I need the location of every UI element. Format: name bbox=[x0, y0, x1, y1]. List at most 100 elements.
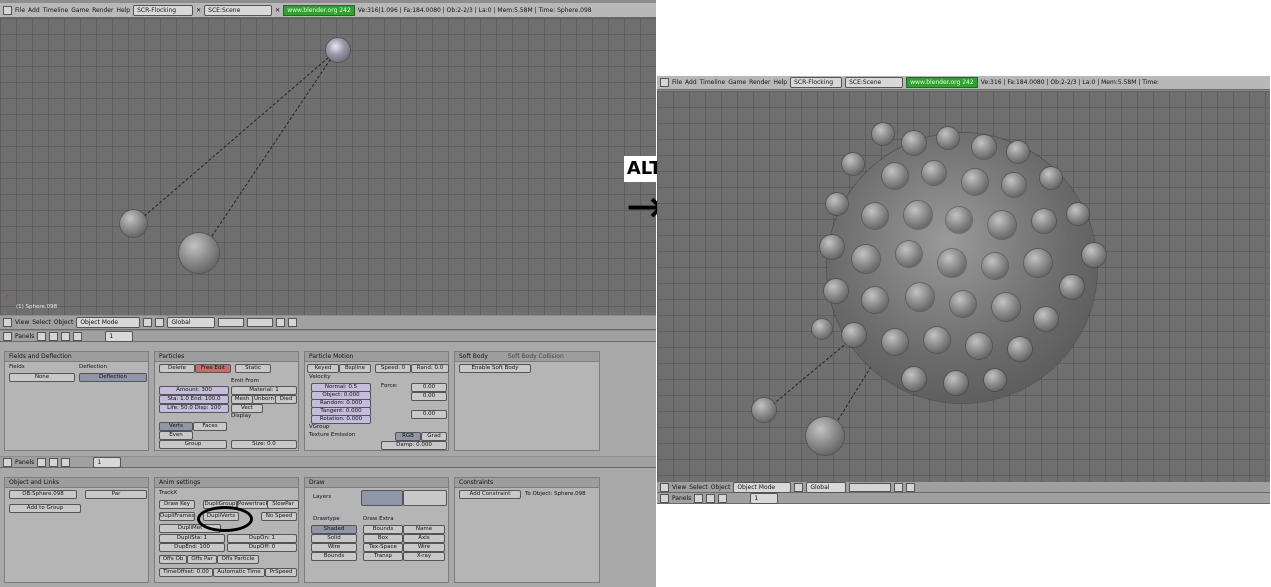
window-type-icon[interactable] bbox=[3, 5, 12, 15]
object-tab-icon[interactable] bbox=[694, 493, 704, 503]
scene-tab-icon[interactable] bbox=[61, 457, 71, 467]
dupoff-field[interactable]: DupOff: 0 bbox=[227, 543, 297, 552]
vect-button[interactable]: Vect bbox=[231, 404, 263, 413]
grad-button[interactable]: Grad bbox=[421, 432, 447, 441]
layer-buttons[interactable] bbox=[403, 490, 447, 506]
rand-field[interactable]: Rand: 0.0 bbox=[411, 364, 449, 373]
rgb-button[interactable]: RGB bbox=[395, 432, 421, 441]
render-icon[interactable] bbox=[288, 318, 298, 327]
static-button[interactable]: Static bbox=[235, 364, 271, 373]
frame-field[interactable]: 1 bbox=[93, 456, 122, 468]
particle-sphere-cluster[interactable] bbox=[812, 123, 1112, 413]
menu-file[interactable]: File bbox=[15, 7, 25, 14]
rotation-field[interactable]: Rotation: 0.000 bbox=[311, 415, 371, 424]
scene-tab-icon[interactable] bbox=[718, 493, 728, 503]
offs-ob-button[interactable]: Offs Ob bbox=[159, 555, 187, 564]
parent-field[interactable]: Par bbox=[85, 490, 147, 499]
menu-view[interactable]: View bbox=[15, 319, 29, 326]
wire-button[interactable]: Wire bbox=[311, 543, 357, 552]
verts-button[interactable]: Verts bbox=[159, 422, 193, 431]
close-icon[interactable]: ✕ bbox=[275, 7, 280, 14]
render-icon[interactable] bbox=[906, 482, 916, 492]
enable-soft-body-button[interactable]: Enable Soft Body bbox=[459, 364, 531, 373]
scene-selector[interactable]: SCE:Scene bbox=[845, 77, 904, 88]
dupend-field[interactable]: DupEnd: 100 bbox=[159, 543, 225, 552]
fields-dropdown[interactable]: None bbox=[9, 373, 75, 382]
xray-button[interactable]: X-ray bbox=[403, 552, 445, 561]
force-x-field[interactable]: 0.00 bbox=[411, 383, 447, 392]
scene-selector[interactable]: SCE:Scene bbox=[204, 4, 273, 16]
object-name-field[interactable]: OB:Sphere.098 bbox=[9, 490, 77, 499]
layer-buttons-icon[interactable] bbox=[247, 318, 274, 327]
add-to-group-button[interactable]: Add to Group bbox=[9, 504, 81, 513]
free-edit-button[interactable]: Free Edit bbox=[195, 364, 231, 373]
textured-sphere[interactable] bbox=[326, 38, 350, 62]
object-tab-icon[interactable] bbox=[49, 331, 59, 341]
draw-wire-button[interactable]: Wire bbox=[403, 543, 445, 552]
time-offset-field[interactable]: TimeOffset: 0.00 bbox=[159, 568, 213, 577]
dupliframes-button[interactable]: DupliFrames bbox=[159, 512, 195, 521]
size-field[interactable]: Size: 0.0 bbox=[231, 440, 297, 449]
shaded-button[interactable]: Shaded bbox=[311, 525, 357, 534]
life-disp-field[interactable]: Life: 50.0 Disp: 100 bbox=[159, 404, 229, 413]
view-type-icon[interactable] bbox=[3, 318, 12, 327]
material-tab-icon[interactable] bbox=[706, 493, 716, 503]
solid-button[interactable]: Solid bbox=[311, 534, 357, 543]
object-tab-icon[interactable] bbox=[37, 457, 47, 467]
menu-view[interactable]: View bbox=[672, 484, 686, 491]
buttons-type-icon[interactable] bbox=[3, 331, 12, 341]
keyed-button[interactable]: Keyed bbox=[307, 364, 339, 373]
lock-icon[interactable] bbox=[276, 318, 286, 327]
orientation-selector[interactable]: Global bbox=[806, 481, 847, 493]
start-end-field[interactable]: Sta: 1.0 End: 100.0 bbox=[159, 395, 229, 404]
force-y-field[interactable]: 0.00 bbox=[411, 392, 447, 401]
amount-field[interactable]: Amount: 300 bbox=[159, 386, 229, 395]
lock-icon[interactable] bbox=[894, 482, 904, 492]
draw-axis-button[interactable]: Axis bbox=[403, 534, 445, 543]
even-button[interactable]: Even bbox=[159, 431, 193, 440]
screen-selector[interactable]: SCR-Flocking bbox=[790, 77, 843, 88]
menu-render[interactable]: Render bbox=[749, 79, 770, 86]
menu-object[interactable]: Object bbox=[54, 319, 74, 326]
offs-particle-button[interactable]: Offs Particle bbox=[217, 555, 259, 564]
small-sphere[interactable] bbox=[752, 398, 776, 422]
bspline-button[interactable]: Bspline bbox=[339, 364, 371, 373]
3d-viewport[interactable]: ↗ (1) Sphere.098 bbox=[0, 18, 656, 315]
menu-add[interactable]: Add bbox=[28, 7, 40, 14]
menu-render[interactable]: Render bbox=[92, 7, 113, 14]
orientation-selector[interactable]: Global bbox=[167, 317, 216, 328]
3d-viewport[interactable] bbox=[657, 91, 1270, 482]
duplista-field[interactable]: DupliSta: 1 bbox=[159, 534, 225, 543]
bounds-button[interactable]: Bounds bbox=[311, 552, 357, 561]
buttons-type-icon[interactable] bbox=[3, 457, 12, 467]
mode-selector[interactable]: Object Mode bbox=[733, 481, 792, 493]
draw-name-button[interactable]: Name bbox=[403, 525, 445, 534]
close-icon[interactable]: ✕ bbox=[196, 7, 201, 14]
screen-selector[interactable]: SCR-Flocking bbox=[133, 4, 194, 16]
menu-help[interactable]: Help bbox=[773, 79, 787, 86]
deflection-button[interactable]: Deflection bbox=[79, 373, 147, 382]
menu-timeline[interactable]: Timeline bbox=[43, 7, 69, 14]
material-field[interactable]: Material: 1 bbox=[231, 386, 297, 395]
large-sphere[interactable] bbox=[179, 233, 219, 273]
menu-game[interactable]: Game bbox=[728, 79, 746, 86]
damp-field[interactable]: Damp: 0.000 bbox=[381, 441, 447, 450]
material-tab-icon[interactable] bbox=[61, 331, 71, 341]
mode-selector[interactable]: Object Mode bbox=[76, 317, 141, 328]
prspeed-button[interactable]: PrSpeed bbox=[265, 568, 297, 577]
menu-timeline[interactable]: Timeline bbox=[700, 79, 726, 86]
frame-field[interactable]: 1 bbox=[105, 330, 134, 342]
slowpar-button[interactable]: SlowPar bbox=[267, 500, 299, 509]
died-button[interactable]: Died bbox=[275, 395, 297, 404]
frame-field[interactable]: 1 bbox=[750, 492, 779, 504]
large-sphere[interactable] bbox=[806, 417, 844, 455]
automatic-time-button[interactable]: Automatic Time bbox=[213, 568, 265, 577]
window-type-icon[interactable] bbox=[660, 78, 669, 87]
scene-tab-icon[interactable] bbox=[73, 331, 83, 341]
small-sphere[interactable] bbox=[120, 210, 147, 237]
buttons-type-icon[interactable] bbox=[660, 493, 669, 503]
no-speed-button[interactable]: No Speed bbox=[261, 512, 297, 521]
delete-button[interactable]: Delete bbox=[159, 364, 195, 373]
menu-object[interactable]: Object bbox=[711, 484, 731, 491]
force-z-field[interactable]: 0.00 bbox=[411, 410, 447, 419]
